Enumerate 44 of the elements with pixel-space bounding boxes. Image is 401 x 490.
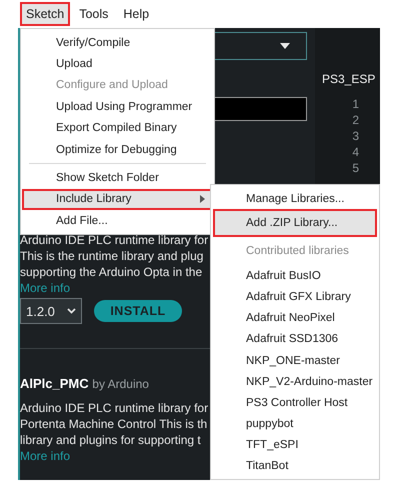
menu-item[interactable]: Include Library — [22, 188, 213, 210]
menu-item[interactable]: Add File... — [22, 210, 213, 232]
menu-item[interactable]: TitanBot — [213, 456, 377, 478]
version-select[interactable]: 1.2.0 — [20, 298, 82, 324]
line-number: 4 — [352, 145, 359, 159]
install-button[interactable]: INSTALL — [94, 300, 182, 322]
menu-item[interactable]: Upload Using Programmer — [22, 96, 213, 118]
menu-item[interactable]: Sketch — [20, 2, 70, 26]
menu-item[interactable]: Tools — [73, 2, 114, 26]
section-header: Contributed libraries — [245, 244, 350, 260]
menu-item[interactable]: Upload — [22, 53, 213, 75]
library-description: supporting the Arduino Opta in the — [20, 264, 204, 280]
menu-item[interactable]: Help — [117, 2, 156, 26]
menu-item[interactable]: Export Compiled Binary — [22, 118, 213, 139]
line-number: 3 — [352, 129, 359, 143]
menu-item[interactable]: NKP_ONE-master — [213, 350, 377, 372]
editor-tab[interactable]: PS3_ESP — [322, 72, 376, 86]
menu-item[interactable]: Adafruit NeoPixel — [213, 308, 377, 329]
menu-item[interactable]: PS3 Controller Host — [213, 392, 377, 414]
menu-item[interactable]: Adafruit BusIO — [213, 265, 377, 286]
line-number: 2 — [352, 113, 359, 127]
menu-item[interactable]: Add .ZIP Library... — [213, 209, 377, 238]
menu-item[interactable]: NKP_V2-Arduino-master — [213, 371, 377, 392]
caret-icon — [280, 43, 290, 49]
more-info-link[interactable]: More info — [20, 281, 70, 295]
line-number: 1 — [352, 97, 359, 111]
line-number: 5 — [352, 161, 359, 175]
menu-item[interactable]: Show Sketch Folder — [22, 167, 213, 189]
menu-item[interactable]: Manage Libraries... — [213, 188, 377, 210]
menu-item[interactable]: Adafruit SSD1306 — [213, 328, 377, 350]
library-author: by Arduino — [92, 377, 149, 391]
library-description: Arduino IDE PLC runtime library for — [20, 400, 210, 416]
menu-item[interactable]: Verify/Compile — [22, 32, 213, 54]
library-description: This is the runtime library and plug — [20, 248, 204, 264]
library-description: library and plugins for supporting t — [20, 432, 202, 448]
menu-item[interactable]: TFT_eSPI — [213, 434, 377, 456]
library-description: Portenta Machine Control This is th — [20, 416, 208, 432]
menu-item[interactable]: Adafruit GFX Library — [213, 286, 377, 308]
chevron-icon — [67, 308, 76, 314]
menu-item[interactable]: Optimize for Debugging — [22, 138, 213, 160]
library-description: Arduino IDE PLC runtime library for — [20, 232, 210, 248]
more-info-link[interactable]: More info — [20, 449, 70, 463]
library-title: AlPlc_PMC — [20, 376, 89, 391]
menu-item[interactable]: puppybot — [213, 414, 377, 435]
